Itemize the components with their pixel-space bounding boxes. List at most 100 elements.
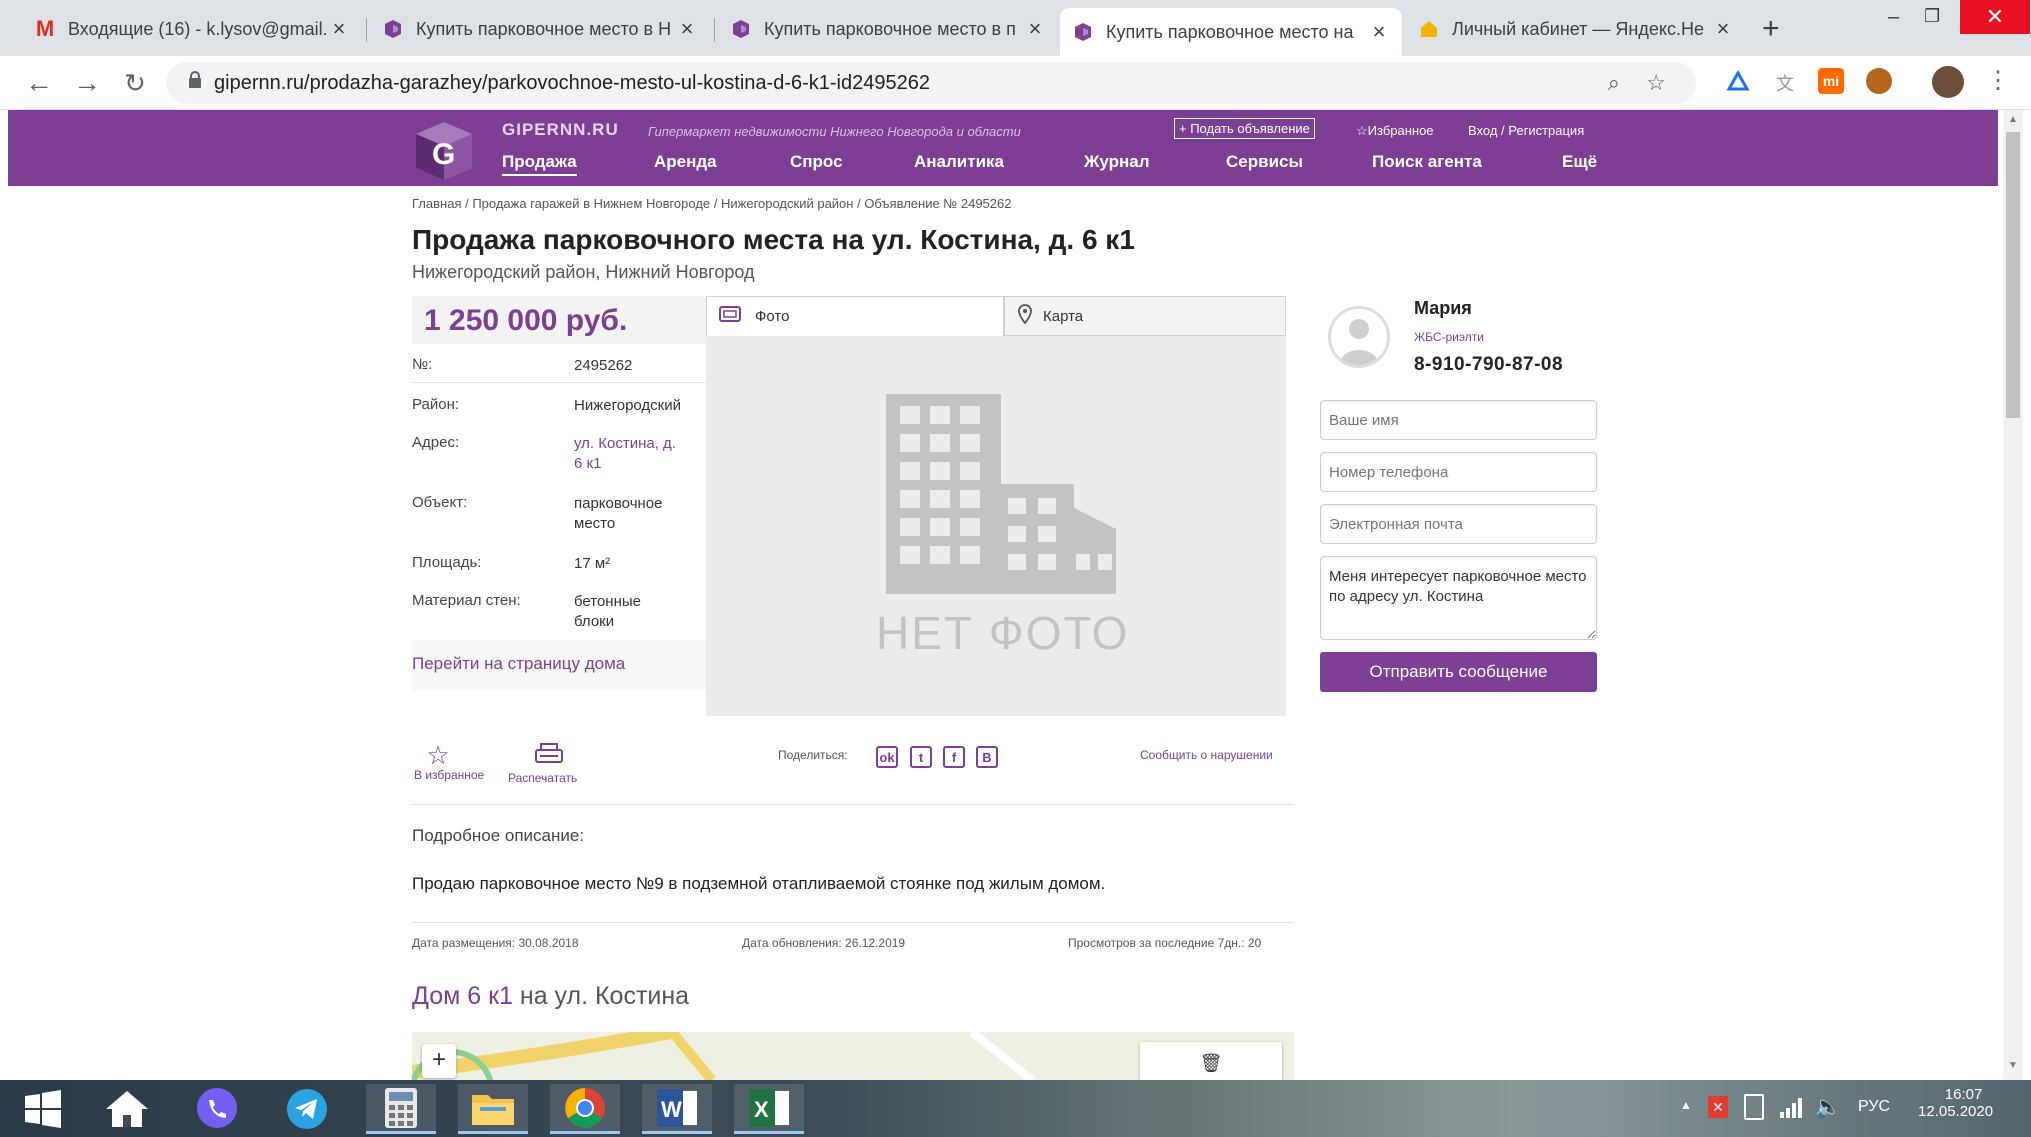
- house-page-link[interactable]: Перейти на страницу дома: [412, 654, 625, 674]
- show-hidden-icons-icon[interactable]: ▲: [1680, 1098, 1692, 1112]
- input-language[interactable]: РУС: [1858, 1098, 1890, 1116]
- scroll-up-icon[interactable]: ▲: [2008, 114, 2018, 125]
- profile-avatar[interactable]: [1932, 66, 1964, 98]
- report-violation-link[interactable]: Сообщить о нарушении: [1140, 748, 1273, 762]
- phone-input[interactable]: [1320, 452, 1597, 492]
- site-tagline: Гипермаркет недвижимости Нижнего Новгоро…: [648, 124, 1021, 139]
- agency-link[interactable]: ЖБС-риэлти: [1414, 330, 1484, 344]
- mi-extension-icon[interactable]: mi: [1818, 68, 1844, 94]
- no-photo-building-icon: [876, 394, 1126, 599]
- gmail-icon: M: [35, 16, 55, 41]
- translate-extension-icon[interactable]: 文: [1776, 70, 1794, 96]
- scroll-down-icon[interactable]: ▼: [2008, 1060, 2018, 1071]
- add-listing-button[interactable]: + Подать объявление: [1174, 118, 1315, 139]
- tab-label: Входящие (16) - k.lysov@gmail.: [68, 18, 328, 39]
- forward-arrow-icon[interactable]: →: [70, 66, 104, 100]
- detail-value: 17 м²: [574, 555, 611, 572]
- nav-poisk-agenta[interactable]: Поиск агента: [1372, 152, 1482, 172]
- tab-gipernn-active[interactable]: Купить парковочное место на ×: [1060, 8, 1402, 56]
- lock-icon: [188, 71, 202, 95]
- chrome-icon[interactable]: [550, 1084, 620, 1134]
- map-basket-icon[interactable]: 🗑: [1140, 1042, 1282, 1080]
- extension-avatar-icon[interactable]: [1866, 68, 1892, 94]
- house-map[interactable]: + 🗑: [412, 1032, 1294, 1080]
- agent-phone[interactable]: 8-910-790-87-08: [1414, 354, 1563, 376]
- address-link[interactable]: ул. Костина, д. 6 к1: [574, 434, 684, 474]
- print-button[interactable]: Распечатать: [508, 742, 598, 785]
- print-label: Распечатать: [508, 771, 578, 785]
- windows-start-icon[interactable]: [8, 1084, 78, 1134]
- share-twitter-icon[interactable]: t: [910, 746, 932, 768]
- calculator-icon[interactable]: [366, 1084, 436, 1134]
- close-tab-icon[interactable]: ×: [1712, 16, 1734, 42]
- new-tab-icon[interactable]: +: [1762, 12, 1780, 46]
- detail-label: №:: [412, 356, 433, 373]
- page-scrollbar[interactable]: ▲ ▼: [2003, 110, 2023, 1080]
- map-zoom-in-icon[interactable]: +: [422, 1044, 456, 1078]
- price-box: 1 250 000 руб.: [412, 296, 706, 344]
- close-tab-icon[interactable]: ×: [1368, 19, 1390, 45]
- add-to-favorites-button[interactable]: ☆ В избранное: [414, 742, 504, 782]
- home-icon[interactable]: [92, 1084, 162, 1134]
- extension-icon[interactable]: [1726, 69, 1750, 94]
- network-signal-icon[interactable]: [1778, 1094, 1804, 1125]
- nav-analitika[interactable]: Аналитика: [914, 152, 1004, 172]
- nav-arenda[interactable]: Аренда: [654, 152, 717, 172]
- file-explorer-icon[interactable]: [458, 1084, 528, 1134]
- house-link-box: Перейти на страницу дома: [412, 640, 706, 690]
- tab-label: Купить парковочное место на: [1106, 21, 1354, 42]
- close-tab-icon[interactable]: ×: [328, 16, 350, 42]
- share-vk-icon[interactable]: B: [976, 746, 998, 768]
- breadcrumb[interactable]: Главная / Продажа гаражей в Нижнем Новго…: [412, 196, 1011, 211]
- notification-error-icon[interactable]: ✕: [1708, 1096, 1728, 1118]
- house-heading-link[interactable]: Дом 6 к1: [412, 982, 513, 1010]
- name-input[interactable]: [1320, 400, 1597, 440]
- menu-dots-icon[interactable]: ⋮: [1986, 66, 2010, 95]
- scrollbar-thumb[interactable]: [2006, 132, 2020, 418]
- tab-yandex[interactable]: Личный кабинет — Яндекс.Не ×: [1406, 8, 1746, 50]
- tab-gmail[interactable]: M Входящие (16) - k.lysov@gmail. ×: [22, 8, 362, 50]
- minimize-icon[interactable]: –: [1888, 6, 1899, 29]
- restore-icon[interactable]: ❐: [1924, 6, 1940, 27]
- viber-icon[interactable]: [182, 1084, 252, 1134]
- excel-icon[interactable]: X: [734, 1084, 804, 1134]
- back-arrow-icon[interactable]: ←: [22, 66, 56, 100]
- url-field[interactable]: gipernn.ru/prodazha-garazhey/parkovochno…: [166, 62, 1696, 104]
- bookmark-star-icon[interactable]: ☆: [1646, 70, 1666, 96]
- address-bar: ← → ↻ gipernn.ru/prodazha-garazhey/parko…: [0, 56, 2031, 110]
- tab-gipernn-2[interactable]: Купить парковочное место в п ×: [718, 8, 1058, 50]
- word-icon[interactable]: W: [642, 1084, 712, 1134]
- date-updated: Дата обновления: 26.12.2019: [742, 936, 906, 950]
- views-count: Просмотров за последние 7дн.: 20: [1068, 936, 1262, 950]
- email-input[interactable]: [1320, 504, 1597, 544]
- tab-photo[interactable]: Фото: [706, 296, 1004, 336]
- message-textarea[interactable]: Меня интересует парковочное место по адр…: [1320, 556, 1597, 640]
- reload-icon[interactable]: ↻: [118, 66, 152, 100]
- close-tab-icon[interactable]: ×: [1024, 16, 1046, 42]
- svg-text:X: X: [754, 1097, 769, 1122]
- nav-servisy[interactable]: Сервисы: [1226, 152, 1303, 172]
- nav-spros[interactable]: Спрос: [790, 152, 843, 172]
- nav-prodazha[interactable]: Продажа: [502, 152, 577, 176]
- gipernn-icon: [730, 18, 752, 40]
- share-odnoklassniki-icon[interactable]: ok: [876, 746, 898, 768]
- volume-icon[interactable]: 🔈: [1814, 1094, 1841, 1120]
- nav-zhurnal[interactable]: Журнал: [1084, 152, 1150, 172]
- send-message-button[interactable]: Отправить сообщение: [1320, 652, 1597, 692]
- tab-gipernn-1[interactable]: Купить парковочное место в Н ×: [370, 8, 710, 50]
- tab-label: Личный кабинет — Яндекс.Не: [1452, 18, 1704, 39]
- tab-map[interactable]: Карта: [1004, 296, 1286, 336]
- zoom-icon[interactable]: ⌕: [1608, 70, 1620, 96]
- tab-map-label: Карта: [1043, 307, 1084, 325]
- site-logo-text[interactable]: GIPERNN.RU: [502, 120, 619, 140]
- window-close-icon[interactable]: ✕: [1960, 0, 2030, 34]
- nav-eshche[interactable]: Ещё: [1562, 152, 1597, 172]
- gipernn-logo-icon[interactable]: G: [412, 120, 476, 182]
- clock[interactable]: 16:07 12.05.2020: [1918, 1086, 1993, 1120]
- close-tab-icon[interactable]: ×: [676, 16, 698, 42]
- battery-icon[interactable]: [1744, 1094, 1764, 1120]
- login-link[interactable]: Вход / Регистрация: [1468, 123, 1584, 138]
- telegram-icon[interactable]: [272, 1084, 342, 1134]
- favorites-link[interactable]: ☆Избранное: [1356, 123, 1434, 139]
- share-facebook-icon[interactable]: f: [943, 746, 965, 768]
